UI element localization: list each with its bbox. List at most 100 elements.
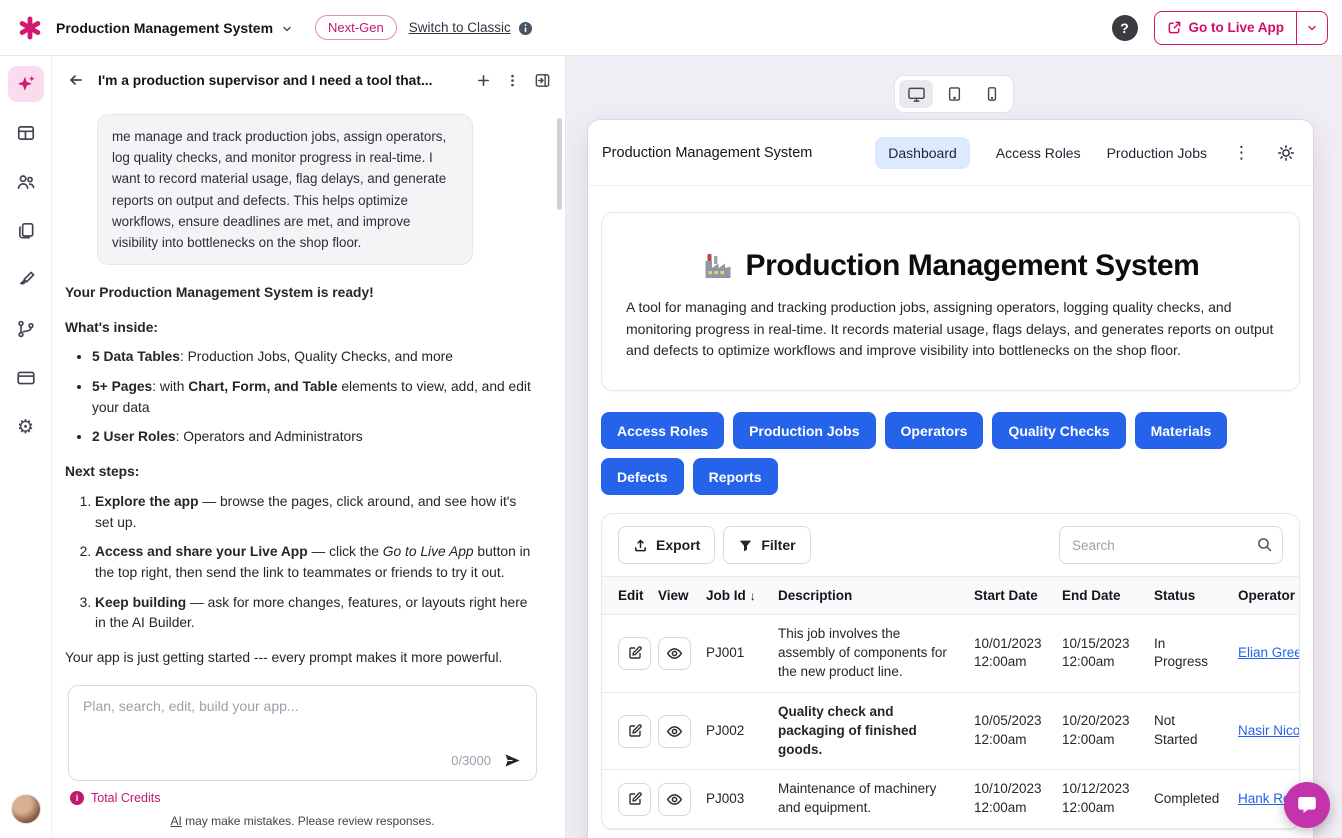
ai-builder-panel: I'm a production supervisor and I need a… (52, 56, 566, 838)
column-header-description[interactable]: Description (770, 577, 966, 615)
edit-button[interactable] (618, 715, 651, 748)
quick-button-reports[interactable]: Reports (693, 458, 778, 495)
chat-bubble-icon (1295, 793, 1319, 817)
edit-button[interactable] (618, 783, 651, 816)
left-icon-rail: ⚙ (0, 56, 52, 838)
ai-disclaimer: AI may make mistakes. Please review resp… (68, 814, 537, 828)
end-date-cell: 10/12/2023 12:00am (1054, 770, 1146, 829)
kebab-menu-icon[interactable] (505, 73, 520, 88)
rail-item-data-tables[interactable] (8, 115, 44, 151)
table-icon (16, 123, 36, 143)
production-jobs-table: Edit View Job Id↓ Description Start Date… (602, 576, 1299, 829)
column-header-end-date[interactable]: End Date (1054, 577, 1146, 615)
list-item: Access and share your Live App — click t… (95, 542, 535, 583)
operator-link[interactable]: Nasir Nicolas (1238, 723, 1299, 738)
hero-title-row: Production Management System (626, 249, 1275, 283)
chat-messages: me manage and track production jobs, ass… (52, 104, 565, 675)
scrollbar-thumb[interactable] (557, 118, 562, 210)
switch-to-classic-link[interactable]: Switch to Classic (409, 20, 511, 35)
nav-item-production-jobs[interactable]: Production Jobs (1107, 145, 1207, 161)
export-icon (633, 538, 648, 553)
start-date-cell: 10/10/2023 12:00am (966, 770, 1054, 829)
nav-item-dashboard[interactable]: Dashboard (875, 137, 970, 169)
quick-button-access-roles[interactable]: Access Roles (601, 412, 724, 449)
tablet-icon (947, 86, 962, 102)
closing-text: Your app is just getting started --- eve… (65, 648, 535, 669)
view-button[interactable] (658, 715, 691, 748)
quick-button-operators[interactable]: Operators (885, 412, 984, 449)
workspace-title[interactable]: Production Management System (56, 20, 273, 36)
info-icon[interactable] (518, 19, 533, 36)
hero-card: Production Management System A tool for … (601, 212, 1300, 391)
go-to-live-app-main[interactable]: Go to Live App (1155, 12, 1297, 44)
user-avatar[interactable] (11, 794, 41, 824)
next-gen-badge: Next-Gen (315, 15, 397, 40)
total-credits-button[interactable]: i Total Credits (70, 791, 537, 805)
export-label: Export (656, 537, 700, 553)
device-desktop-button[interactable] (899, 80, 933, 108)
collapse-panel-icon[interactable] (534, 72, 551, 89)
back-arrow-icon[interactable] (68, 72, 84, 88)
edit-button[interactable] (618, 637, 651, 670)
column-header-operator[interactable]: Operator (1230, 577, 1299, 615)
nav-overflow-icon[interactable]: ⋮ (1233, 143, 1251, 163)
brand-logo-icon[interactable] (16, 14, 44, 42)
app-header: Production Management System Dashboard A… (588, 120, 1313, 186)
column-header-job-id[interactable]: Job Id↓ (698, 577, 770, 615)
view-button[interactable] (658, 783, 691, 816)
rail-item-payments[interactable] (8, 360, 44, 396)
operator-link[interactable]: Elian Green (1238, 645, 1299, 660)
description-cell: Maintenance of machinery and equipment. (770, 770, 966, 829)
column-header-status[interactable]: Status (1146, 577, 1230, 615)
external-link-icon (1167, 20, 1182, 35)
status-cell: Completed (1146, 770, 1230, 829)
hero-description: A tool for managing and tracking product… (626, 297, 1275, 362)
pages-icon (16, 221, 36, 241)
quick-button-production-jobs[interactable]: Production Jobs (733, 412, 875, 449)
table-row: PJ002 Quality check and packaging of fin… (602, 692, 1299, 770)
credits-label: Total Credits (91, 791, 160, 805)
quick-button-defects[interactable]: Defects (601, 458, 684, 495)
new-chat-icon[interactable] (476, 73, 491, 88)
edit-pencil-icon (627, 791, 643, 807)
chevron-down-icon[interactable] (281, 20, 293, 36)
nav-item-access-roles[interactable]: Access Roles (996, 145, 1081, 161)
column-header-edit[interactable]: Edit (602, 577, 650, 615)
send-icon[interactable] (503, 751, 522, 770)
quick-button-materials[interactable]: Materials (1135, 412, 1228, 449)
table-row: PJ003 Maintenance of machinery and equip… (602, 770, 1299, 829)
table-toolbar: Export Filter (602, 514, 1299, 576)
prompt-input[interactable] (83, 698, 522, 751)
device-phone-button[interactable] (975, 80, 1009, 108)
device-tablet-button[interactable] (937, 80, 971, 108)
desktop-icon (907, 86, 926, 103)
column-header-start-date[interactable]: Start Date (966, 577, 1054, 615)
whats-inside-list: 5 Data Tables: Production Jobs, Quality … (65, 347, 535, 448)
description-cell: Quality check and packaging of finished … (770, 692, 966, 770)
list-item: Keep building — ask for more changes, fe… (95, 593, 535, 634)
theme-sun-icon[interactable] (1277, 144, 1295, 162)
rail-item-ai-builder[interactable] (8, 66, 44, 102)
rail-item-settings[interactable]: ⚙ (8, 409, 44, 445)
rail-item-theme[interactable] (8, 262, 44, 298)
view-button[interactable] (658, 637, 691, 670)
rail-item-workflows[interactable] (8, 311, 44, 347)
chevron-down-icon (1306, 22, 1318, 34)
go-to-live-app-caret[interactable] (1296, 12, 1327, 44)
chat-widget-button[interactable] (1284, 782, 1330, 828)
start-date-cell: 10/05/2023 12:00am (966, 692, 1054, 770)
quick-button-quality-checks[interactable]: Quality Checks (992, 412, 1125, 449)
column-header-view[interactable]: View (650, 577, 698, 615)
ai-disclaimer-link[interactable]: AI (170, 814, 181, 828)
help-button[interactable]: ? (1112, 15, 1138, 41)
rail-item-pages[interactable] (8, 213, 44, 249)
table-scroll-area[interactable]: Edit View Job Id↓ Description Start Date… (602, 576, 1299, 829)
start-date-cell: 10/01/2023 12:00am (966, 615, 1054, 693)
rail-item-users[interactable] (8, 164, 44, 200)
hero-title: Production Management System (746, 249, 1200, 283)
char-counter: 0/3000 (451, 753, 491, 768)
filter-button[interactable]: Filter (723, 526, 810, 564)
filter-label: Filter (761, 537, 795, 553)
export-button[interactable]: Export (618, 526, 715, 564)
search-input[interactable] (1059, 526, 1283, 564)
